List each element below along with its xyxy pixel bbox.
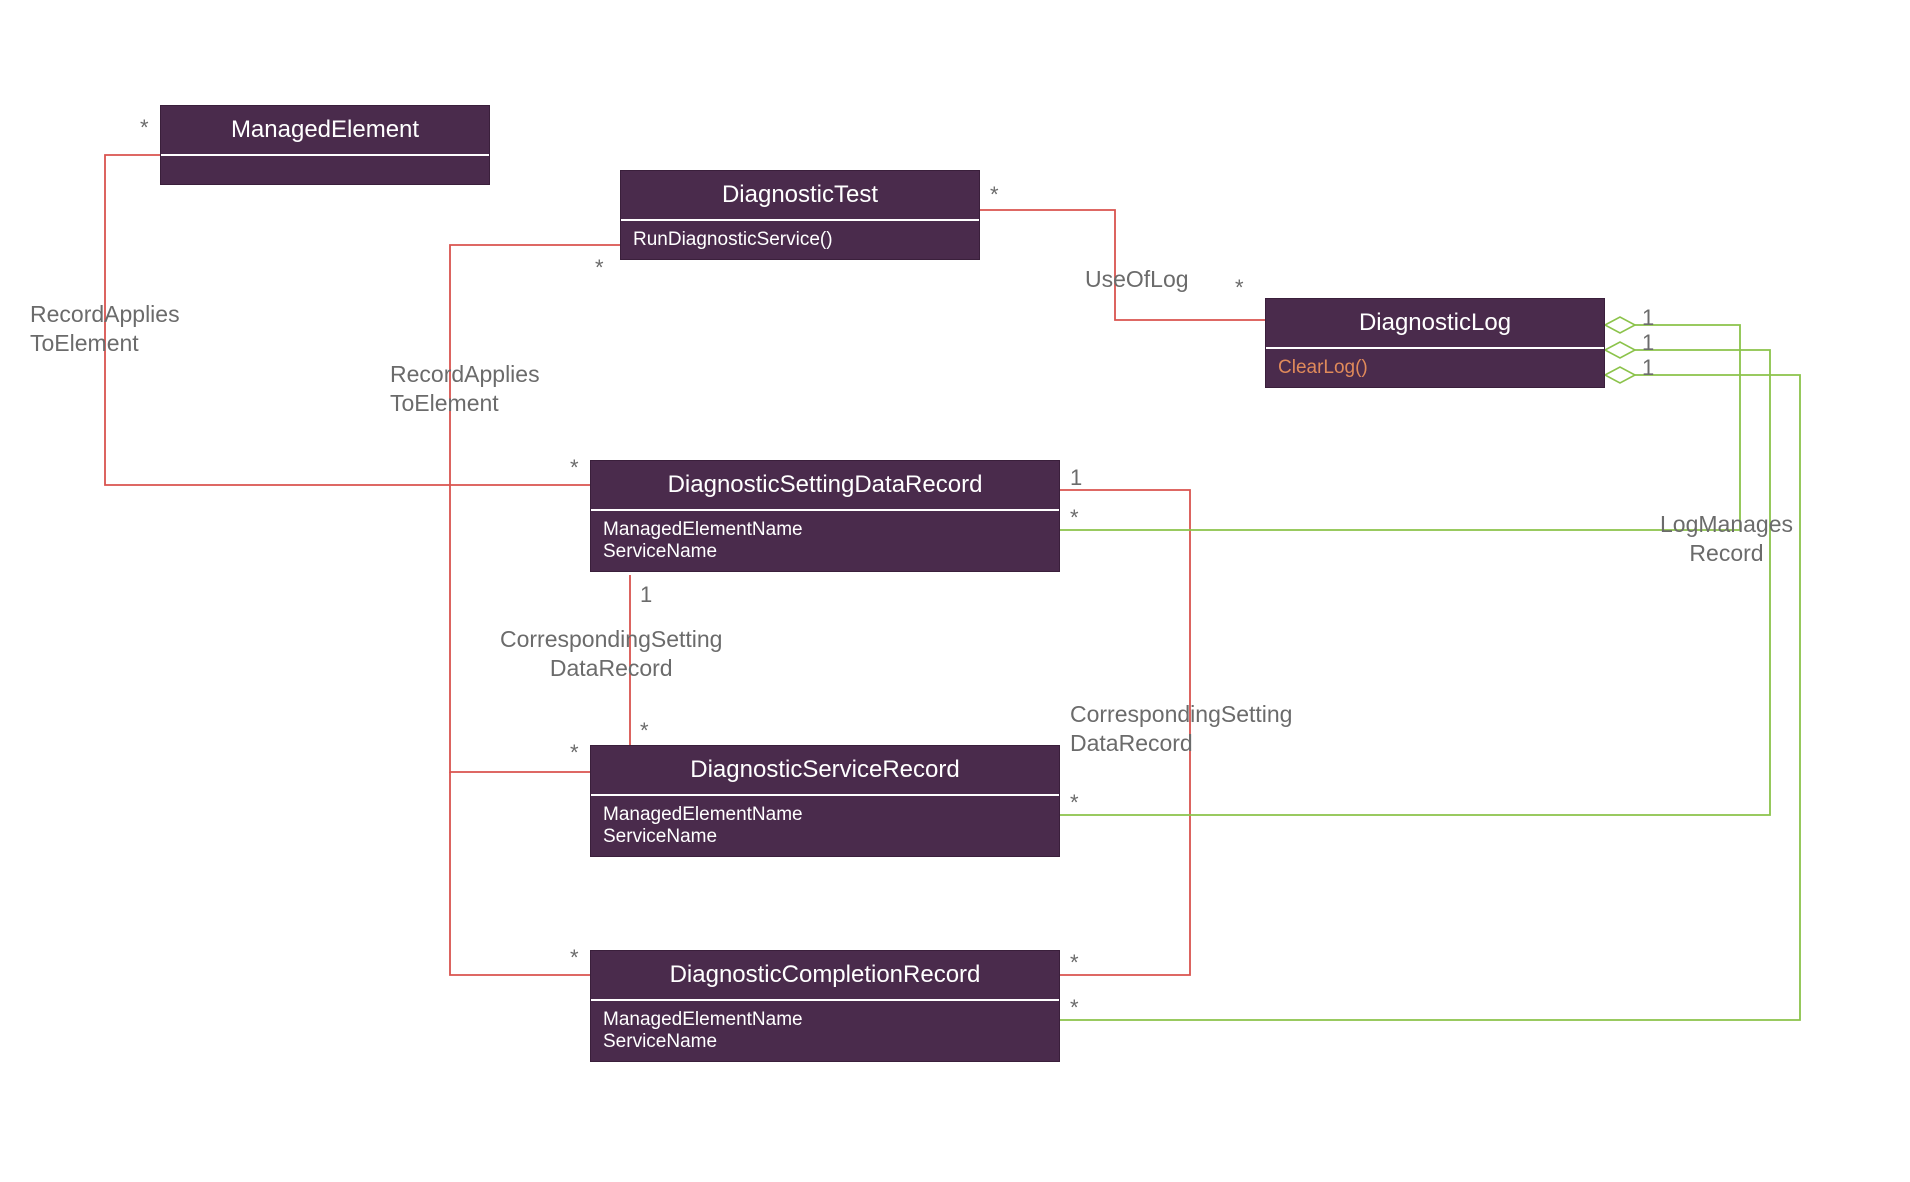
- mult: *: [570, 740, 579, 766]
- class-completion-record[interactable]: DiagnosticCompletionRecord ManagedElemen…: [590, 950, 1060, 1062]
- class-attributes: ManagedElementName ServiceName: [591, 511, 1059, 571]
- class-title: DiagnosticLog: [1266, 299, 1604, 349]
- attr: ServiceName: [603, 826, 1047, 848]
- mult: *: [595, 255, 604, 281]
- class-title: DiagnosticServiceRecord: [591, 746, 1059, 796]
- assoc-label-record-applies-1: RecordApplies ToElement: [30, 300, 180, 358]
- mult: 1: [1070, 465, 1082, 491]
- class-title: DiagnosticSettingDataRecord: [591, 461, 1059, 511]
- attr: ManagedElementName: [603, 804, 1047, 826]
- class-service-record[interactable]: DiagnosticServiceRecord ManagedElementNa…: [590, 745, 1060, 857]
- mult: *: [570, 945, 579, 971]
- attr: ServiceName: [603, 1031, 1047, 1053]
- class-body-empty: [161, 156, 489, 184]
- attr: ServiceName: [603, 541, 1047, 563]
- class-operation: RunDiagnosticService(): [621, 221, 979, 259]
- class-attributes: ManagedElementName ServiceName: [591, 796, 1059, 856]
- class-attributes: ManagedElementName ServiceName: [591, 1001, 1059, 1061]
- mult: *: [1070, 790, 1079, 816]
- assoc-label-log-manages: LogManages Record: [1660, 510, 1793, 568]
- mult: *: [1235, 275, 1244, 301]
- class-managed-element[interactable]: ManagedElement: [160, 105, 490, 185]
- class-title: DiagnosticCompletionRecord: [591, 951, 1059, 1001]
- class-title: ManagedElement: [161, 106, 489, 156]
- mult: 1: [1642, 330, 1654, 356]
- mult: 1: [640, 582, 652, 608]
- mult: *: [640, 718, 649, 744]
- attr: ManagedElementName: [603, 1009, 1047, 1031]
- mult: *: [1070, 995, 1079, 1021]
- mult: 1: [1642, 305, 1654, 331]
- assoc-label-corresponding-1: CorrespondingSetting DataRecord: [500, 625, 722, 683]
- class-setting-data-record[interactable]: DiagnosticSettingDataRecord ManagedEleme…: [590, 460, 1060, 572]
- class-operation: ClearLog(): [1266, 349, 1604, 387]
- class-diagnostic-log[interactable]: DiagnosticLog ClearLog(): [1265, 298, 1605, 388]
- mult: 1: [1642, 355, 1654, 381]
- attr: ManagedElementName: [603, 519, 1047, 541]
- assoc-label-corresponding-2: CorrespondingSetting DataRecord: [1070, 700, 1292, 758]
- mult: *: [990, 182, 999, 208]
- uml-diagram-canvas: ManagedElement DiagnosticTest RunDiagnos…: [0, 0, 1910, 1182]
- class-diagnostic-test[interactable]: DiagnosticTest RunDiagnosticService(): [620, 170, 980, 260]
- class-title: DiagnosticTest: [621, 171, 979, 221]
- mult: *: [1070, 505, 1079, 531]
- mult: *: [140, 115, 149, 141]
- assoc-label-use-of-log: UseOfLog: [1085, 265, 1189, 294]
- mult: *: [570, 455, 579, 481]
- assoc-label-record-applies-2: RecordApplies ToElement: [390, 360, 540, 418]
- mult: *: [1070, 950, 1079, 976]
